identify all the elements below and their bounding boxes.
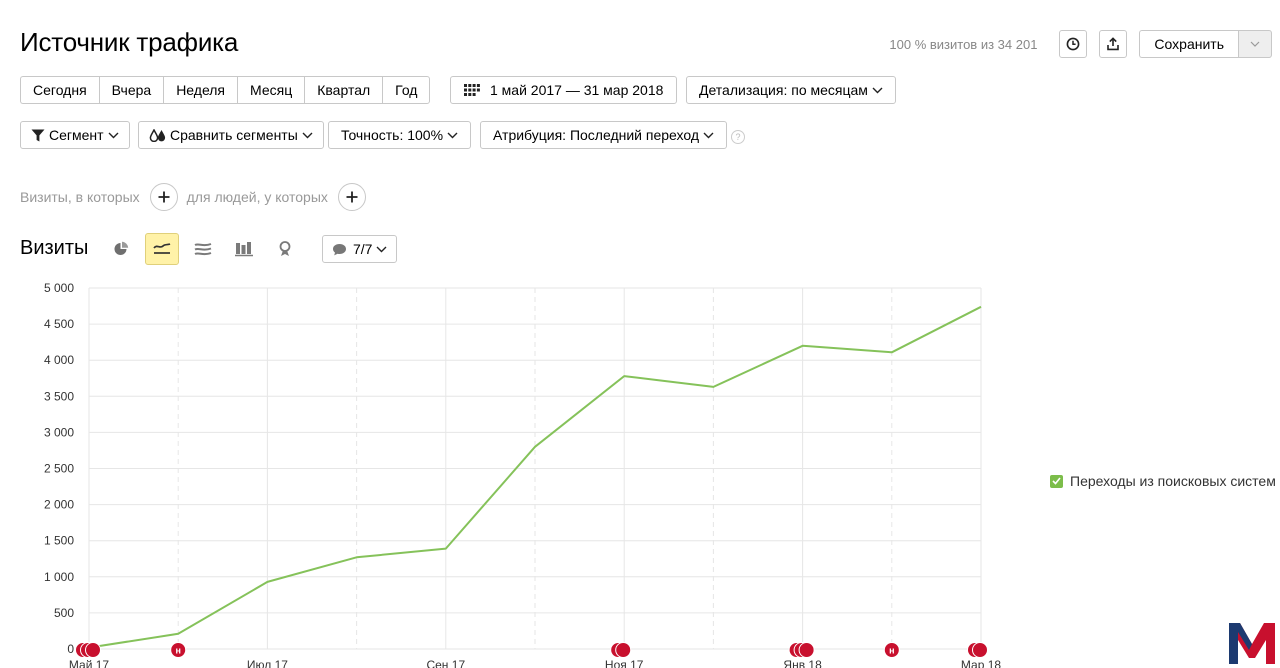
chevron-down-icon	[302, 132, 313, 138]
note-marker-label: н	[889, 646, 894, 656]
filter-icon	[31, 129, 45, 141]
bar-chart-icon	[235, 242, 253, 257]
note-marker	[798, 642, 815, 658]
visits-info: 100 % визитов из 34 201	[889, 36, 1038, 52]
chart-type-area[interactable]	[186, 233, 220, 265]
y-tick-label: 2 500	[44, 462, 74, 476]
page-title: Источник трафика	[20, 27, 239, 57]
conditions-row: Визиты, в которых для людей, у которых	[20, 183, 366, 211]
chart-legend: Переходы из поисковых систем	[1050, 473, 1276, 489]
legend-series-label: Переходы из поисковых систем	[1070, 473, 1276, 489]
add-people-condition-button[interactable]	[337, 183, 366, 211]
date-range-button[interactable]: 1 май 2017 — 31 мар 2018	[450, 76, 678, 104]
y-tick-label: 3 000	[44, 425, 74, 439]
visits-line-chart: 0 500 1 000 1 500 2 000 2 500 3 000 3 500 4 000 4…	[44, 281, 1001, 668]
note-marker	[85, 642, 101, 658]
chevron-down-icon	[872, 87, 883, 93]
x-tick-label: Янв 18	[783, 658, 822, 668]
accuracy-dropdown[interactable]: Точность: 100%	[328, 121, 472, 149]
chart-type-map[interactable]	[268, 233, 302, 265]
header-actions: 100 % визитов из 34 201 Сохранить	[889, 30, 1272, 58]
date-range-label: 1 май 2017 — 31 мар 2018	[490, 82, 664, 98]
y-tick-label: 3 500	[44, 389, 74, 403]
save-options-button[interactable]	[1238, 30, 1272, 58]
attribution-dropdown[interactable]: Атрибуция: Последний переход	[480, 121, 728, 149]
y-tick-label: 4 000	[44, 353, 74, 367]
period-yesterday[interactable]: Вчера	[98, 76, 164, 104]
check-icon	[1052, 477, 1061, 485]
line-chart-icon	[153, 243, 171, 254]
chevron-down-icon	[1250, 41, 1260, 47]
plus-icon	[158, 191, 170, 203]
note-marker	[615, 642, 632, 658]
chevron-down-icon	[376, 246, 387, 252]
y-tick-label: 2 000	[44, 498, 74, 512]
save-button[interactable]: Сохранить	[1139, 30, 1238, 58]
segment-label: Сегмент	[49, 127, 104, 143]
period-selector: Сегодня Вчера Неделя Месяц Квартал Год	[20, 76, 431, 104]
plus-icon	[346, 191, 358, 203]
legend-checkbox[interactable]	[1050, 474, 1063, 488]
attribution-label: Атрибуция: Последний переход	[493, 127, 700, 143]
period-quarter[interactable]: Квартал	[304, 76, 383, 104]
add-visit-condition-button[interactable]	[149, 183, 178, 211]
x-tick-label: Сен 17	[426, 658, 465, 668]
upload-icon	[1107, 37, 1120, 51]
chart-section-title: Визиты	[20, 237, 89, 259]
detail-dropdown[interactable]: Детализация: по месяцам	[686, 76, 896, 104]
x-tick-label: Ноя 17	[605, 658, 644, 668]
y-tick-label: 500	[54, 606, 74, 620]
note-marker-label: н	[175, 646, 180, 656]
y-tick-label: 0	[67, 642, 74, 656]
chevron-down-icon	[703, 132, 714, 138]
history-button[interactable]	[1059, 30, 1088, 58]
note-marker	[972, 642, 988, 658]
period-today[interactable]: Сегодня	[20, 76, 99, 104]
compare-segments-label: Сравнить сегменты	[170, 127, 298, 143]
drops-icon	[149, 128, 166, 142]
y-tick-label: 1 500	[44, 534, 74, 548]
map-pin-icon	[279, 241, 291, 256]
chevron-down-icon	[108, 132, 119, 138]
area-chart-icon	[194, 243, 212, 256]
y-tick-label: 5 000	[44, 281, 74, 295]
pie-chart-icon	[114, 241, 129, 255]
people-condition-label: для людей, у которых	[186, 189, 328, 205]
chevron-down-icon	[447, 132, 458, 138]
detail-label: Детализация: по месяцам	[699, 82, 868, 98]
y-tick-label: 1 000	[44, 570, 74, 584]
chart-type-line[interactable]	[145, 233, 179, 265]
help-icon[interactable]: ?	[731, 130, 745, 144]
y-tick-label: 4 500	[44, 317, 74, 331]
notes-count: 7/7	[353, 241, 373, 257]
chart-type-switcher	[104, 233, 302, 265]
watermark-logo-m	[1229, 623, 1275, 664]
x-tick-label: Мар 18	[961, 658, 1001, 668]
comment-icon	[333, 243, 346, 255]
chart-type-pie[interactable]	[104, 233, 138, 265]
x-tick-label: Июл 17	[247, 658, 288, 668]
x-tick-label: Май 17	[69, 658, 110, 668]
notes-dropdown[interactable]: 7/7	[322, 235, 398, 263]
chart-type-bar[interactable]	[227, 233, 261, 265]
period-month[interactable]: Месяц	[237, 76, 305, 104]
calendar-icon	[464, 84, 480, 96]
segment-dropdown[interactable]: Сегмент	[20, 121, 130, 149]
save-group: Сохранить	[1139, 30, 1272, 58]
period-year[interactable]: Год	[382, 76, 431, 104]
clock-icon	[1067, 37, 1080, 51]
visits-condition-label: Визиты, в которых	[20, 189, 140, 205]
export-button[interactable]	[1099, 30, 1128, 58]
period-week[interactable]: Неделя	[163, 76, 238, 104]
accuracy-label: Точность: 100%	[341, 127, 444, 143]
compare-segments-dropdown[interactable]: Сравнить сегменты	[138, 121, 324, 149]
